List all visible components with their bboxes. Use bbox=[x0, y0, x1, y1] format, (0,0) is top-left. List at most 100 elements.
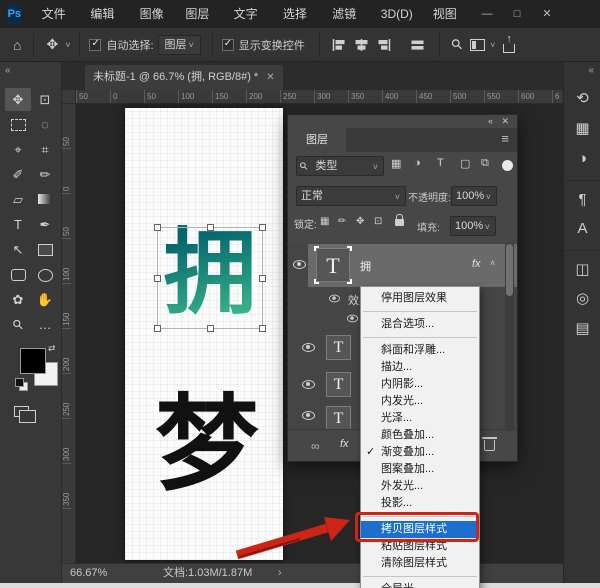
transform-bounding-box[interactable] bbox=[157, 227, 263, 329]
pen-tool[interactable]: ✒ bbox=[32, 213, 58, 236]
layers-tab[interactable]: 图层 bbox=[288, 128, 346, 152]
blend-mode-dropdown[interactable]: 正常 ˅ bbox=[296, 186, 406, 206]
opacity-dropdown[interactable]: 100% ˅ bbox=[451, 186, 497, 206]
menu-item[interactable]: 清除图层样式 bbox=[361, 555, 479, 572]
link-layers-icon[interactable]: ∞ bbox=[311, 439, 320, 453]
filter-adjustment-icon[interactable]: ◑ bbox=[414, 157, 421, 169]
align-left-icon[interactable] bbox=[331, 38, 346, 52]
visibility-eye-icon[interactable] bbox=[302, 380, 315, 389]
menu-item[interactable]: 内阴影... bbox=[361, 376, 479, 393]
menu-item[interactable]: 内发光... bbox=[361, 393, 479, 410]
properties-icon[interactable]: ▤ bbox=[564, 314, 600, 344]
share-icon[interactable] bbox=[503, 44, 515, 53]
paragraph-icon[interactable]: ¶ bbox=[564, 180, 600, 214]
creative-cloud-icon[interactable]: ◎ bbox=[564, 284, 600, 314]
lock-pixels-icon[interactable]: ✏ bbox=[338, 216, 346, 227]
menu-item[interactable]: 光泽... bbox=[361, 410, 479, 427]
filter-type-icon[interactable]: T bbox=[437, 157, 444, 169]
lock-artboard-icon[interactable]: ⊡ bbox=[374, 216, 382, 227]
status-options-chevron[interactable]: › bbox=[278, 564, 282, 583]
crop-tool[interactable]: ⌗ bbox=[32, 138, 58, 161]
filter-toggle[interactable] bbox=[502, 160, 513, 171]
visibility-eye-icon[interactable] bbox=[347, 315, 358, 323]
visibility-eye-icon[interactable] bbox=[329, 295, 340, 303]
auto-select-checkbox[interactable] bbox=[89, 39, 101, 51]
artboard-tool[interactable]: ⊡ bbox=[32, 88, 58, 111]
transform-handle[interactable] bbox=[207, 224, 214, 231]
layer-row-selected[interactable]: T 拥 fx ˄ bbox=[288, 244, 517, 287]
more-tools[interactable]: … bbox=[32, 313, 58, 336]
transform-handle[interactable] bbox=[259, 275, 266, 282]
transform-handle[interactable] bbox=[154, 224, 161, 231]
transform-handle[interactable] bbox=[154, 275, 161, 282]
visibility-eye-icon[interactable] bbox=[302, 343, 315, 352]
rectangle-tool[interactable] bbox=[32, 238, 58, 261]
workspace-icon[interactable] bbox=[470, 39, 485, 51]
transform-handle[interactable] bbox=[154, 325, 161, 332]
menubar-item[interactable]: 选择(S) bbox=[273, 0, 322, 28]
menubar-item[interactable]: 文件(F) bbox=[32, 0, 81, 28]
layer-thumbnail[interactable]: T bbox=[326, 372, 351, 397]
add-layer-style-icon[interactable]: fx bbox=[340, 438, 349, 450]
menu-item[interactable]: 颜色叠加... bbox=[361, 427, 479, 444]
align-center-icon[interactable] bbox=[354, 38, 369, 52]
auto-select-dropdown[interactable]: 图层 ˅ bbox=[158, 35, 201, 55]
close-button[interactable]: ✕ bbox=[532, 0, 562, 28]
quick-mask-icon[interactable] bbox=[14, 406, 29, 417]
maximize-button[interactable]: □ bbox=[502, 0, 532, 28]
home-icon[interactable]: ⌂ bbox=[8, 37, 26, 53]
fill-dropdown[interactable]: 100% ˅ bbox=[450, 216, 496, 236]
panel-scrollbar[interactable] bbox=[505, 242, 514, 431]
history-icon[interactable]: ⟲ bbox=[564, 84, 600, 114]
panel-menu-icon[interactable]: ≡ bbox=[501, 131, 509, 146]
quick-select-tool[interactable]: ⌖ bbox=[5, 138, 31, 161]
align-right-icon[interactable] bbox=[377, 38, 392, 52]
menu-item[interactable]: 全局光 bbox=[361, 581, 479, 588]
fx-collapse-icon[interactable]: ˄ bbox=[490, 258, 495, 268]
rounded-rect-tool[interactable] bbox=[5, 263, 31, 286]
delete-layer-icon[interactable] bbox=[484, 440, 495, 451]
layer-thumbnail[interactable]: T bbox=[326, 406, 351, 430]
layer-filter-dropdown[interactable]: ⚲ 类型 ˅ bbox=[296, 156, 384, 176]
menubar-item[interactable]: 编辑(E) bbox=[80, 0, 129, 28]
libraries-icon[interactable]: ◫ bbox=[564, 250, 600, 284]
transform-handle[interactable] bbox=[259, 224, 266, 231]
layer-thumbnail[interactable]: T bbox=[326, 335, 351, 360]
menu-item[interactable]: 描边... bbox=[361, 359, 479, 376]
expand-dock-icon[interactable]: « bbox=[588, 65, 594, 76]
collapse-panel-icon[interactable]: « bbox=[488, 116, 493, 126]
menu-item[interactable]: 投影... bbox=[361, 495, 479, 512]
filter-smart-object-icon[interactable]: ⧉ bbox=[481, 157, 489, 170]
lasso-tool[interactable]: ◌ bbox=[32, 113, 58, 136]
swatches-icon[interactable]: ▦ bbox=[564, 114, 600, 144]
zoom-tool[interactable]: ⚲ bbox=[5, 313, 31, 336]
transform-handle[interactable] bbox=[259, 325, 266, 332]
menu-item[interactable]: 外发光... bbox=[361, 478, 479, 495]
hand-tool[interactable]: ✋ bbox=[32, 288, 58, 311]
lock-all-icon[interactable] bbox=[395, 219, 404, 226]
tab-close-icon[interactable]: ✕ bbox=[266, 65, 274, 90]
eraser-tool[interactable]: ▱ bbox=[5, 188, 31, 211]
minimize-button[interactable]: — bbox=[472, 0, 502, 28]
foreground-color-swatch[interactable] bbox=[20, 348, 46, 374]
filter-pixel-icon[interactable]: ▦ bbox=[391, 157, 401, 170]
menu-item[interactable]: 斜面和浮雕... bbox=[361, 342, 479, 359]
menu-item[interactable]: 渐变叠加... bbox=[361, 444, 479, 461]
menubar-item[interactable]: 图层(L) bbox=[175, 0, 223, 28]
ellipse-tool[interactable] bbox=[32, 263, 58, 286]
visibility-eye-icon[interactable] bbox=[302, 411, 315, 420]
transform-handle[interactable] bbox=[207, 325, 214, 332]
marquee-tool[interactable] bbox=[5, 113, 31, 136]
lock-transparent-icon[interactable]: ▦ bbox=[320, 216, 329, 227]
custom-shape-tool[interactable]: ✿ bbox=[5, 288, 31, 311]
gradient-tool[interactable] bbox=[32, 188, 58, 211]
move-tool[interactable]: ✥ bbox=[5, 88, 31, 111]
zoom-level-field[interactable]: 66.67% bbox=[70, 564, 107, 583]
layer-thumbnail[interactable]: T bbox=[316, 248, 350, 282]
default-colors-icon[interactable] bbox=[15, 378, 27, 390]
color-icon[interactable]: ◑ bbox=[564, 144, 600, 174]
move-tool-icon[interactable]: ✥ bbox=[41, 36, 63, 53]
distribute-icon[interactable] bbox=[410, 38, 425, 52]
document-tab[interactable]: 未标题-1 @ 66.7% (拥, RGB/8#) * ✕ bbox=[85, 65, 283, 90]
swap-colors-icon[interactable]: ⇄ bbox=[48, 343, 56, 354]
